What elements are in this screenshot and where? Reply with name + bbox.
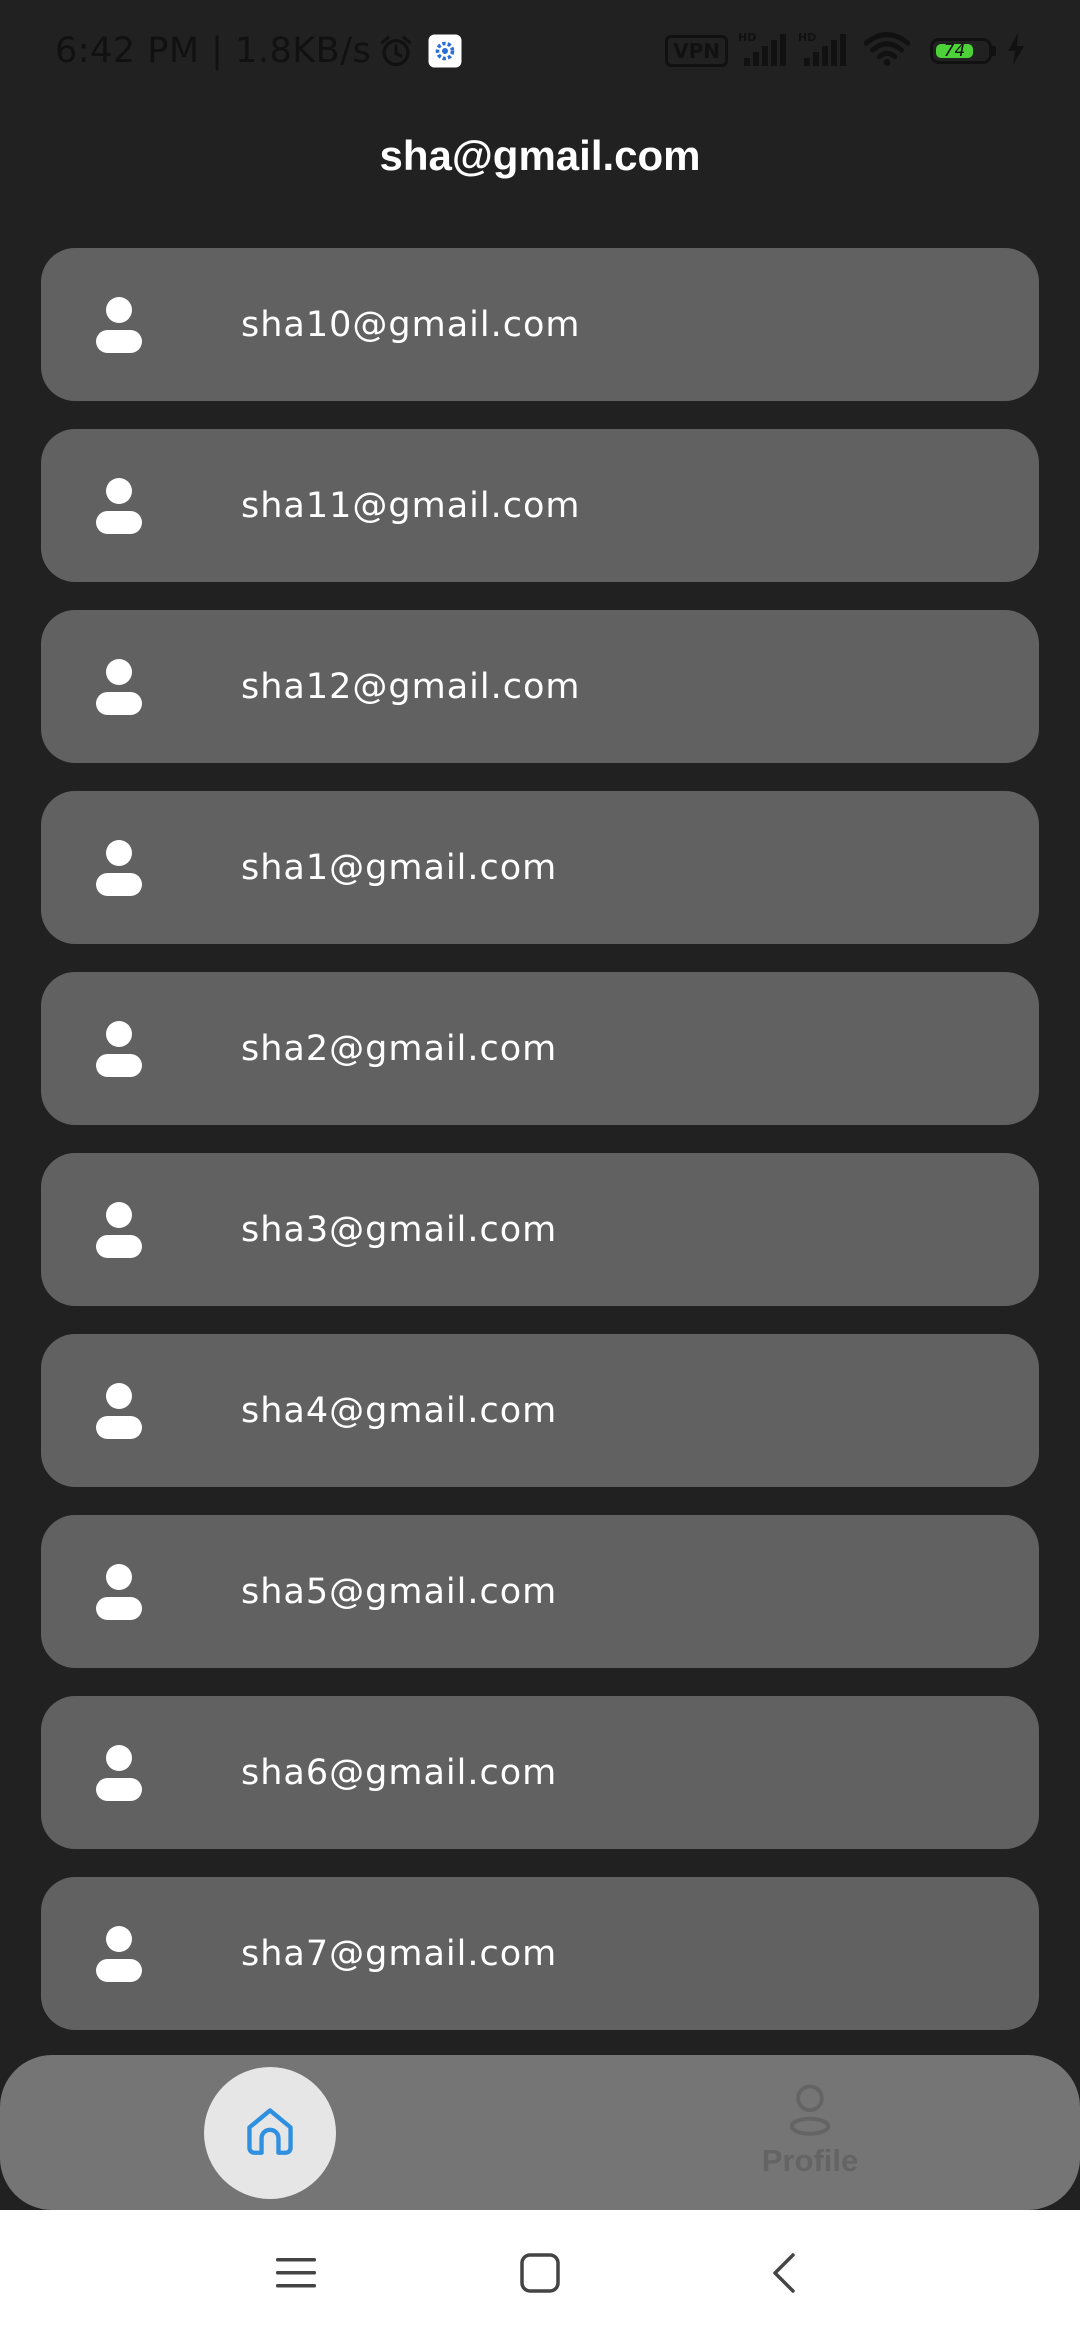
app-screen: 6:42 PM | 1.8KB/s VPN HD HD 74 sha@gmail… <box>0 0 1080 2340</box>
svg-text:HD: HD <box>798 31 816 44</box>
person-icon <box>95 1020 143 1078</box>
user-email: sha4@gmail.com <box>241 1390 558 1431</box>
wifi-icon <box>863 31 911 71</box>
person-icon <box>95 658 143 716</box>
profile-tab-label: Profile <box>761 2143 859 2178</box>
user-list-item[interactable]: sha4@gmail.com <box>41 1334 1039 1487</box>
user-list-item[interactable]: sha7@gmail.com <box>41 1877 1039 2030</box>
profile-tab[interactable]: Profile <box>710 2081 910 2179</box>
vpn-badge: VPN <box>665 35 728 67</box>
user-list-item[interactable]: sha2@gmail.com <box>41 972 1039 1125</box>
recents-button[interactable] <box>236 2210 356 2340</box>
signal-hd-icon: HD <box>738 30 788 72</box>
status-right: VPN HD HD 74 <box>665 26 1026 76</box>
profile-icon <box>784 2081 836 2141</box>
charging-icon <box>1006 33 1026 69</box>
user-list-item[interactable]: sha5@gmail.com <box>41 1515 1039 1668</box>
user-list-item[interactable]: sha3@gmail.com <box>41 1153 1039 1306</box>
battery-body: 74 <box>930 38 992 64</box>
signal-hd-icon: HD <box>798 30 848 72</box>
user-email: sha3@gmail.com <box>241 1209 558 1250</box>
person-icon <box>95 1201 143 1259</box>
status-bar: 6:42 PM | 1.8KB/s VPN HD HD 74 <box>0 0 1080 100</box>
person-icon <box>95 839 143 897</box>
user-list: sha10@gmail.com sha11@gmail.com sha12@gm… <box>41 248 1039 2058</box>
home-icon <box>241 2102 299 2164</box>
battery-icon: 74 <box>930 38 996 64</box>
user-list-item[interactable]: sha12@gmail.com <box>41 610 1039 763</box>
user-email: sha11@gmail.com <box>241 485 581 526</box>
user-email: sha2@gmail.com <box>241 1028 558 1069</box>
bottom-nav: Profile <box>0 2055 1080 2210</box>
user-email: sha12@gmail.com <box>241 666 581 707</box>
home-tab-button[interactable] <box>204 2067 336 2199</box>
status-left: 6:42 PM | 1.8KB/s <box>55 28 463 74</box>
person-icon <box>95 1925 143 1983</box>
person-icon <box>95 296 143 354</box>
person-icon <box>95 1563 143 1621</box>
back-icon <box>769 2251 799 2299</box>
status-time-speed: 6:42 PM | 1.8KB/s <box>55 31 372 71</box>
user-list-item[interactable]: sha1@gmail.com <box>41 791 1039 944</box>
user-list-item[interactable]: sha11@gmail.com <box>41 429 1039 582</box>
user-list-item[interactable]: sha10@gmail.com <box>41 248 1039 401</box>
user-list-item[interactable]: sha6@gmail.com <box>41 1696 1039 1849</box>
user-email: sha10@gmail.com <box>241 304 581 345</box>
alarm-icon <box>377 32 415 70</box>
menu-icon <box>274 2253 318 2297</box>
user-email: sha1@gmail.com <box>241 847 558 888</box>
gear-notification-icon <box>427 33 463 69</box>
person-icon <box>95 1382 143 1440</box>
system-nav-bar <box>0 2210 1080 2340</box>
user-email: sha7@gmail.com <box>241 1933 558 1974</box>
battery-cap <box>992 46 996 56</box>
back-button[interactable] <box>724 2210 844 2340</box>
person-icon <box>95 477 143 535</box>
page-title: sha@gmail.com <box>379 132 701 179</box>
user-email: sha5@gmail.com <box>241 1571 558 1612</box>
svg-text:HD: HD <box>738 31 756 44</box>
person-icon <box>95 1744 143 1802</box>
home-system-button[interactable] <box>480 2210 600 2340</box>
home-square-icon <box>518 2251 562 2299</box>
battery-level: 74 <box>936 41 973 61</box>
user-email: sha6@gmail.com <box>241 1752 558 1793</box>
